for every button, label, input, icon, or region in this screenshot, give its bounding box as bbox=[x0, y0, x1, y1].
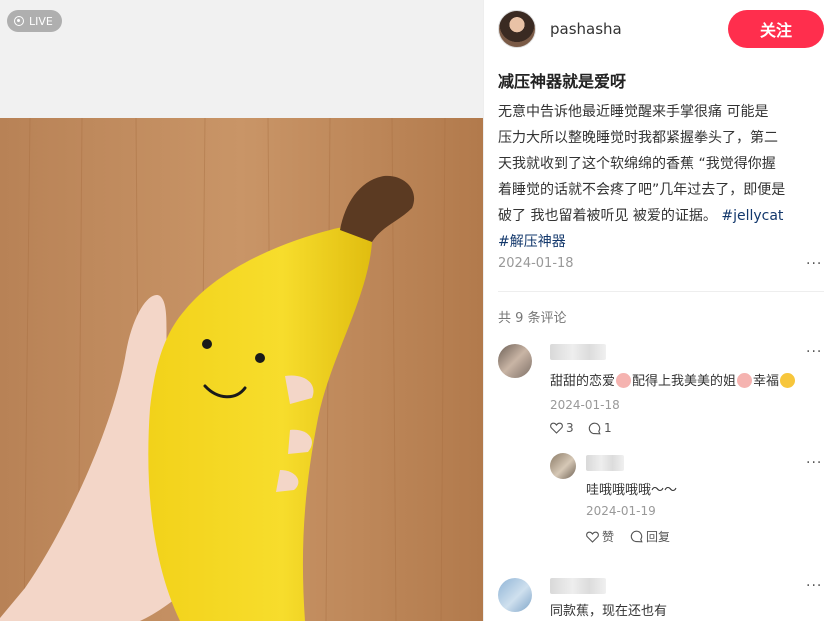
comment-bubble-icon bbox=[588, 422, 601, 434]
note-body-line: #解压神器 bbox=[498, 229, 816, 255]
comment-count: 共 9 条评论 bbox=[498, 311, 567, 326]
heart-icon bbox=[586, 531, 599, 543]
note-media[interactable]: LIVE bbox=[0, 0, 483, 621]
pig-emoji-icon bbox=[616, 373, 632, 388]
reply-like-label: 赞 bbox=[602, 530, 615, 544]
note-title: 减压神器就是爱呀 bbox=[498, 72, 627, 91]
note-body-line: 压力大所以整晚睡觉时我都紧握拳头了，第二 bbox=[498, 130, 778, 146]
follow-button[interactable]: 关注 bbox=[728, 10, 824, 48]
note-detail-panel: pashasha 关注 减压神器就是爱呀 无意中告诉他最近睡觉醒来手掌很痛 可能… bbox=[484, 0, 828, 621]
author-avatar[interactable] bbox=[498, 10, 536, 48]
tag-jellycat[interactable]: #jellycat bbox=[721, 208, 783, 224]
note-body-line: 天我就收到了这个软绵绵的香蕉 “我觉得你握 bbox=[498, 156, 776, 172]
comment-author-name[interactable] bbox=[550, 578, 606, 594]
comment-avatar[interactable] bbox=[498, 344, 532, 378]
live-label: LIVE bbox=[29, 14, 53, 28]
comment-like-button[interactable]: 3 bbox=[550, 421, 574, 435]
reply-like-button[interactable]: 赞 bbox=[586, 528, 614, 545]
note-date: 2024-01-18 bbox=[498, 256, 574, 271]
note-body-line: 破了 我也留着被听见 被爱的证据。 #jellycat bbox=[498, 203, 816, 229]
live-badge[interactable]: LIVE bbox=[7, 10, 62, 32]
reply-reply-label: 回复 bbox=[646, 530, 671, 544]
tag-relief[interactable]: #解压神器 bbox=[498, 234, 566, 250]
reply-reply-button[interactable]: 回复 bbox=[630, 528, 670, 545]
author-name[interactable]: pashasha bbox=[550, 20, 622, 38]
section-divider bbox=[498, 291, 824, 292]
pig-emoji-icon bbox=[737, 373, 753, 388]
comment-like-count: 3 bbox=[566, 421, 574, 435]
comment-bubble-icon bbox=[630, 530, 643, 543]
note-body-line: 着睡觉的话就不会疼了吧”几年过去了，即便是 bbox=[498, 182, 786, 198]
reply-author-name[interactable] bbox=[586, 455, 624, 471]
heart-eyes-emoji-icon bbox=[780, 373, 796, 388]
comment-more-button[interactable]: ··· bbox=[806, 578, 822, 594]
comment-text-part: 甜甜的恋爱 bbox=[550, 374, 616, 389]
note-more-button[interactable]: ··· bbox=[806, 256, 822, 272]
reply-date: 2024-01-19 bbox=[586, 504, 656, 518]
comment-avatar[interactable] bbox=[498, 578, 532, 612]
note-body-line: 无意中告诉他最近睡觉醒来手掌很痛 可能是 bbox=[498, 104, 769, 120]
comment-reply-button[interactable]: 1 bbox=[588, 421, 612, 435]
heart-icon bbox=[550, 422, 563, 434]
author-bar: pashasha 关注 bbox=[498, 9, 824, 49]
comment-text-part: 配得上我美美的姐 bbox=[632, 374, 737, 389]
note-body: 无意中告诉他最近睡觉醒来手掌很痛 可能是 压力大所以整晚睡觉时我都紧握拳头了，第… bbox=[498, 99, 816, 255]
comment-text: 同款蕉，现在还也有 bbox=[550, 604, 668, 619]
live-icon bbox=[14, 16, 24, 26]
reply-text: 哇哦哦哦哦～～ bbox=[586, 483, 678, 498]
comment-reply-count: 1 bbox=[604, 421, 612, 435]
comment-author-name[interactable] bbox=[550, 344, 606, 360]
note-body-text: 破了 我也留着被听见 被爱的证据。 bbox=[498, 208, 717, 224]
reply-avatar[interactable] bbox=[550, 453, 576, 479]
note-photo bbox=[0, 118, 483, 621]
comment-text: 甜甜的恋爱 配得上我美美的姐 幸福 bbox=[550, 370, 796, 389]
comment-date: 2024-01-18 bbox=[550, 398, 620, 412]
reply-more-button[interactable]: ··· bbox=[806, 455, 822, 471]
comment-text-part: 幸福 bbox=[753, 374, 780, 389]
comment-more-button[interactable]: ··· bbox=[806, 344, 822, 360]
